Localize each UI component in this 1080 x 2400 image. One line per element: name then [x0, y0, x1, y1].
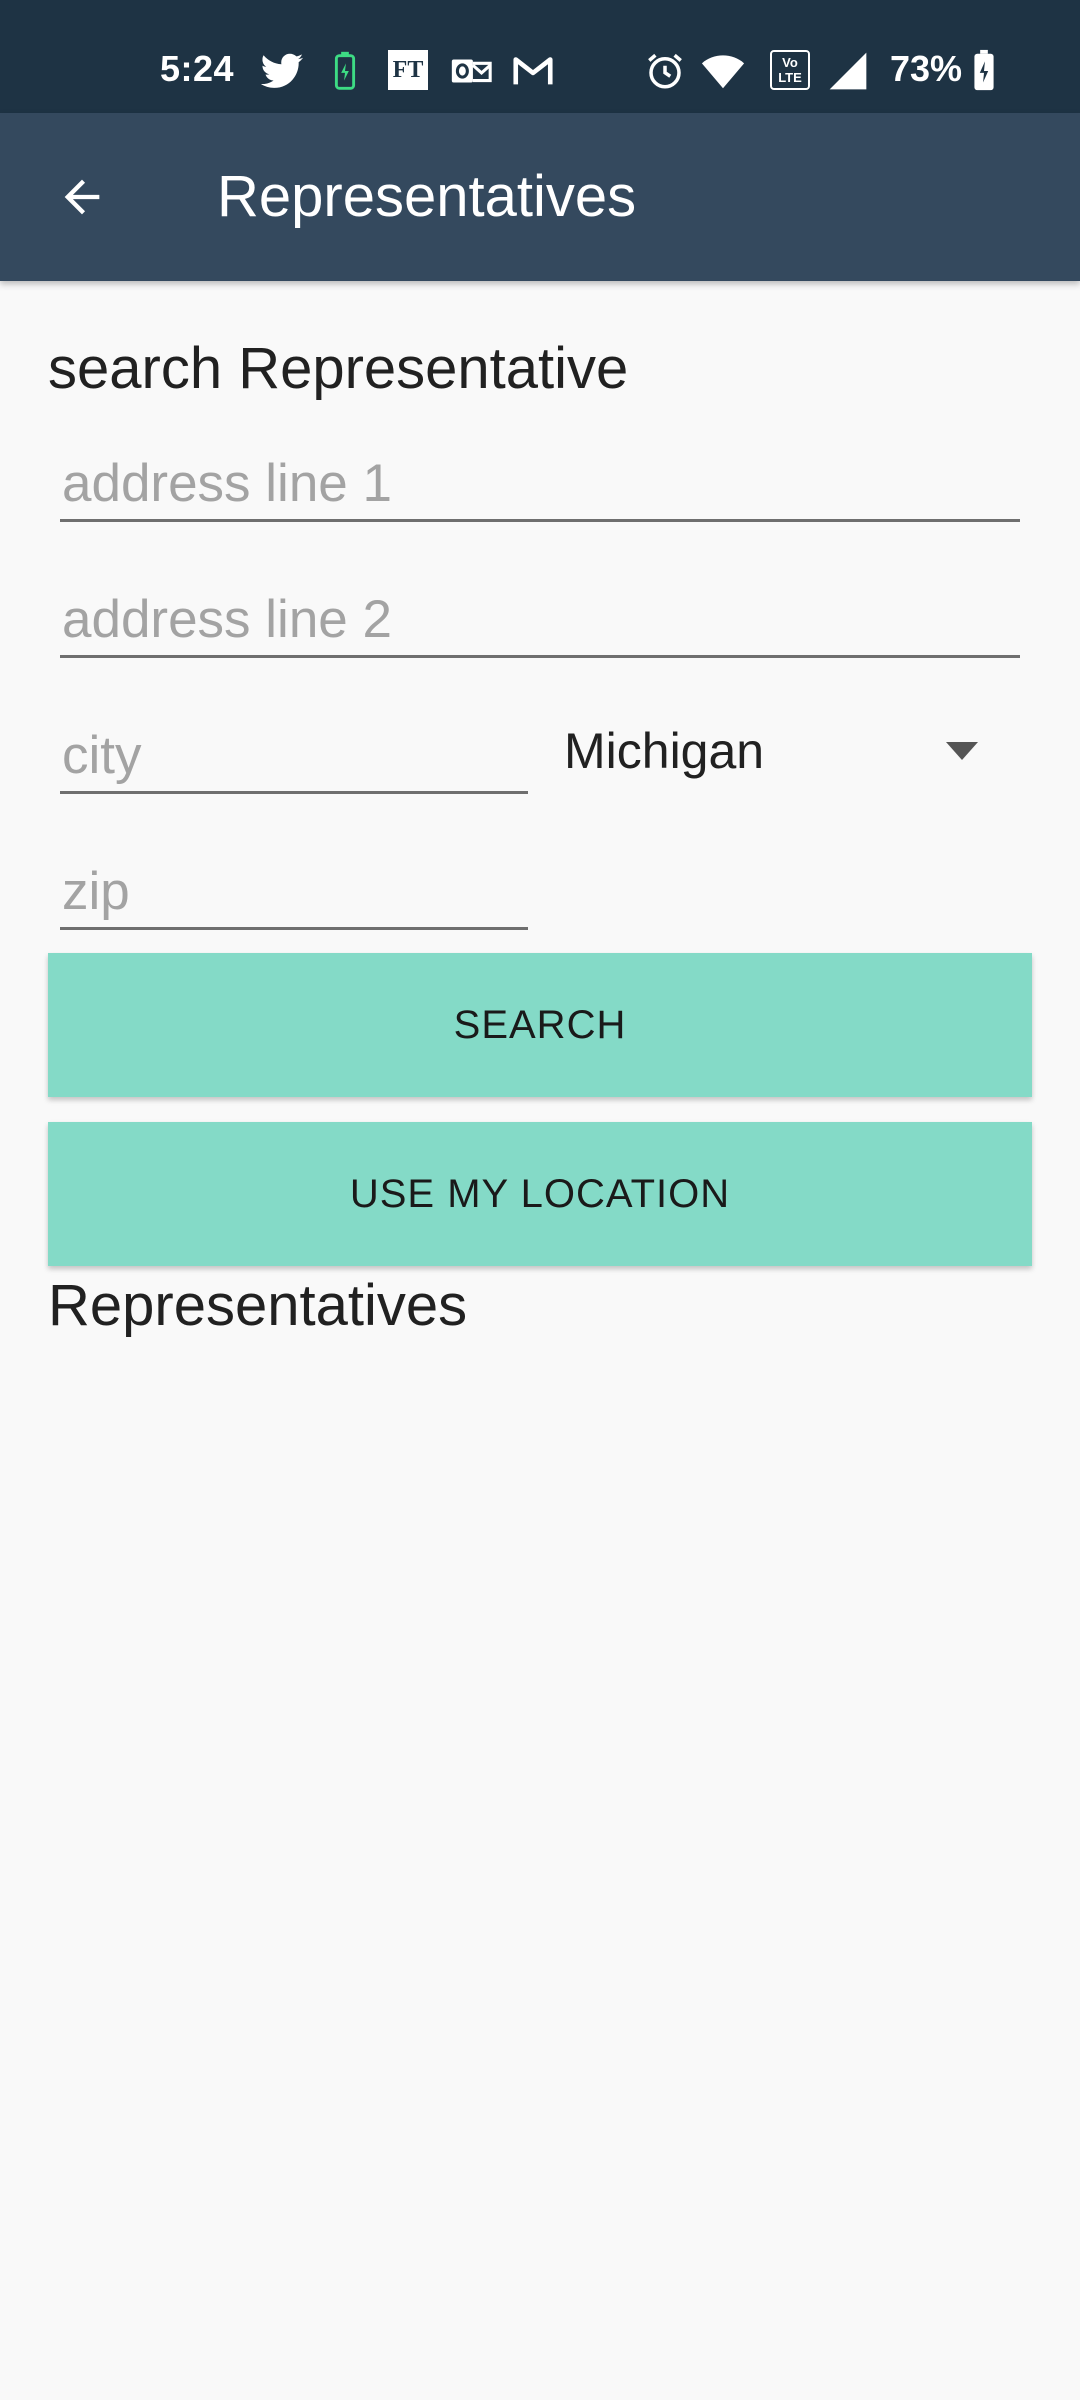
address-line-1-input[interactable] — [60, 448, 1020, 522]
page-title: Representatives — [217, 164, 637, 229]
dropdown-caret-icon — [946, 742, 978, 760]
status-bar: 5:24 FT Vo LTE 73% — [0, 0, 1080, 113]
search-heading: search Representative — [48, 336, 629, 401]
outlook-icon — [451, 59, 492, 83]
status-time: 5:24 — [160, 48, 235, 89]
battery-saver-icon — [334, 51, 356, 90]
alarm-icon — [648, 53, 682, 89]
gmail-icon — [513, 57, 553, 85]
volte-icon: Vo LTE — [770, 50, 810, 90]
arrow-back-icon — [64, 179, 100, 215]
signal-icon — [829, 52, 867, 90]
ft-label: FT — [392, 56, 424, 83]
app-bar: Representatives — [0, 113, 1080, 281]
zip-input[interactable] — [60, 856, 528, 930]
results-heading: Representatives — [48, 1273, 468, 1338]
back-button[interactable] — [42, 157, 122, 237]
wifi-icon — [701, 55, 745, 89]
address-line-2-input[interactable] — [60, 584, 1020, 658]
city-input[interactable] — [60, 720, 528, 794]
twitter-icon — [260, 53, 304, 88]
state-dropdown[interactable]: Michigan — [564, 716, 1004, 786]
battery-icon — [974, 49, 994, 91]
ft-icon: FT — [388, 50, 428, 90]
use-my-location-button[interactable]: USE MY LOCATION — [48, 1122, 1032, 1266]
search-button[interactable]: SEARCH — [48, 953, 1032, 1097]
battery-percent: 73% — [890, 48, 963, 89]
state-selected-value: Michigan — [564, 723, 765, 779]
volte-label: Vo LTE — [778, 55, 802, 85]
